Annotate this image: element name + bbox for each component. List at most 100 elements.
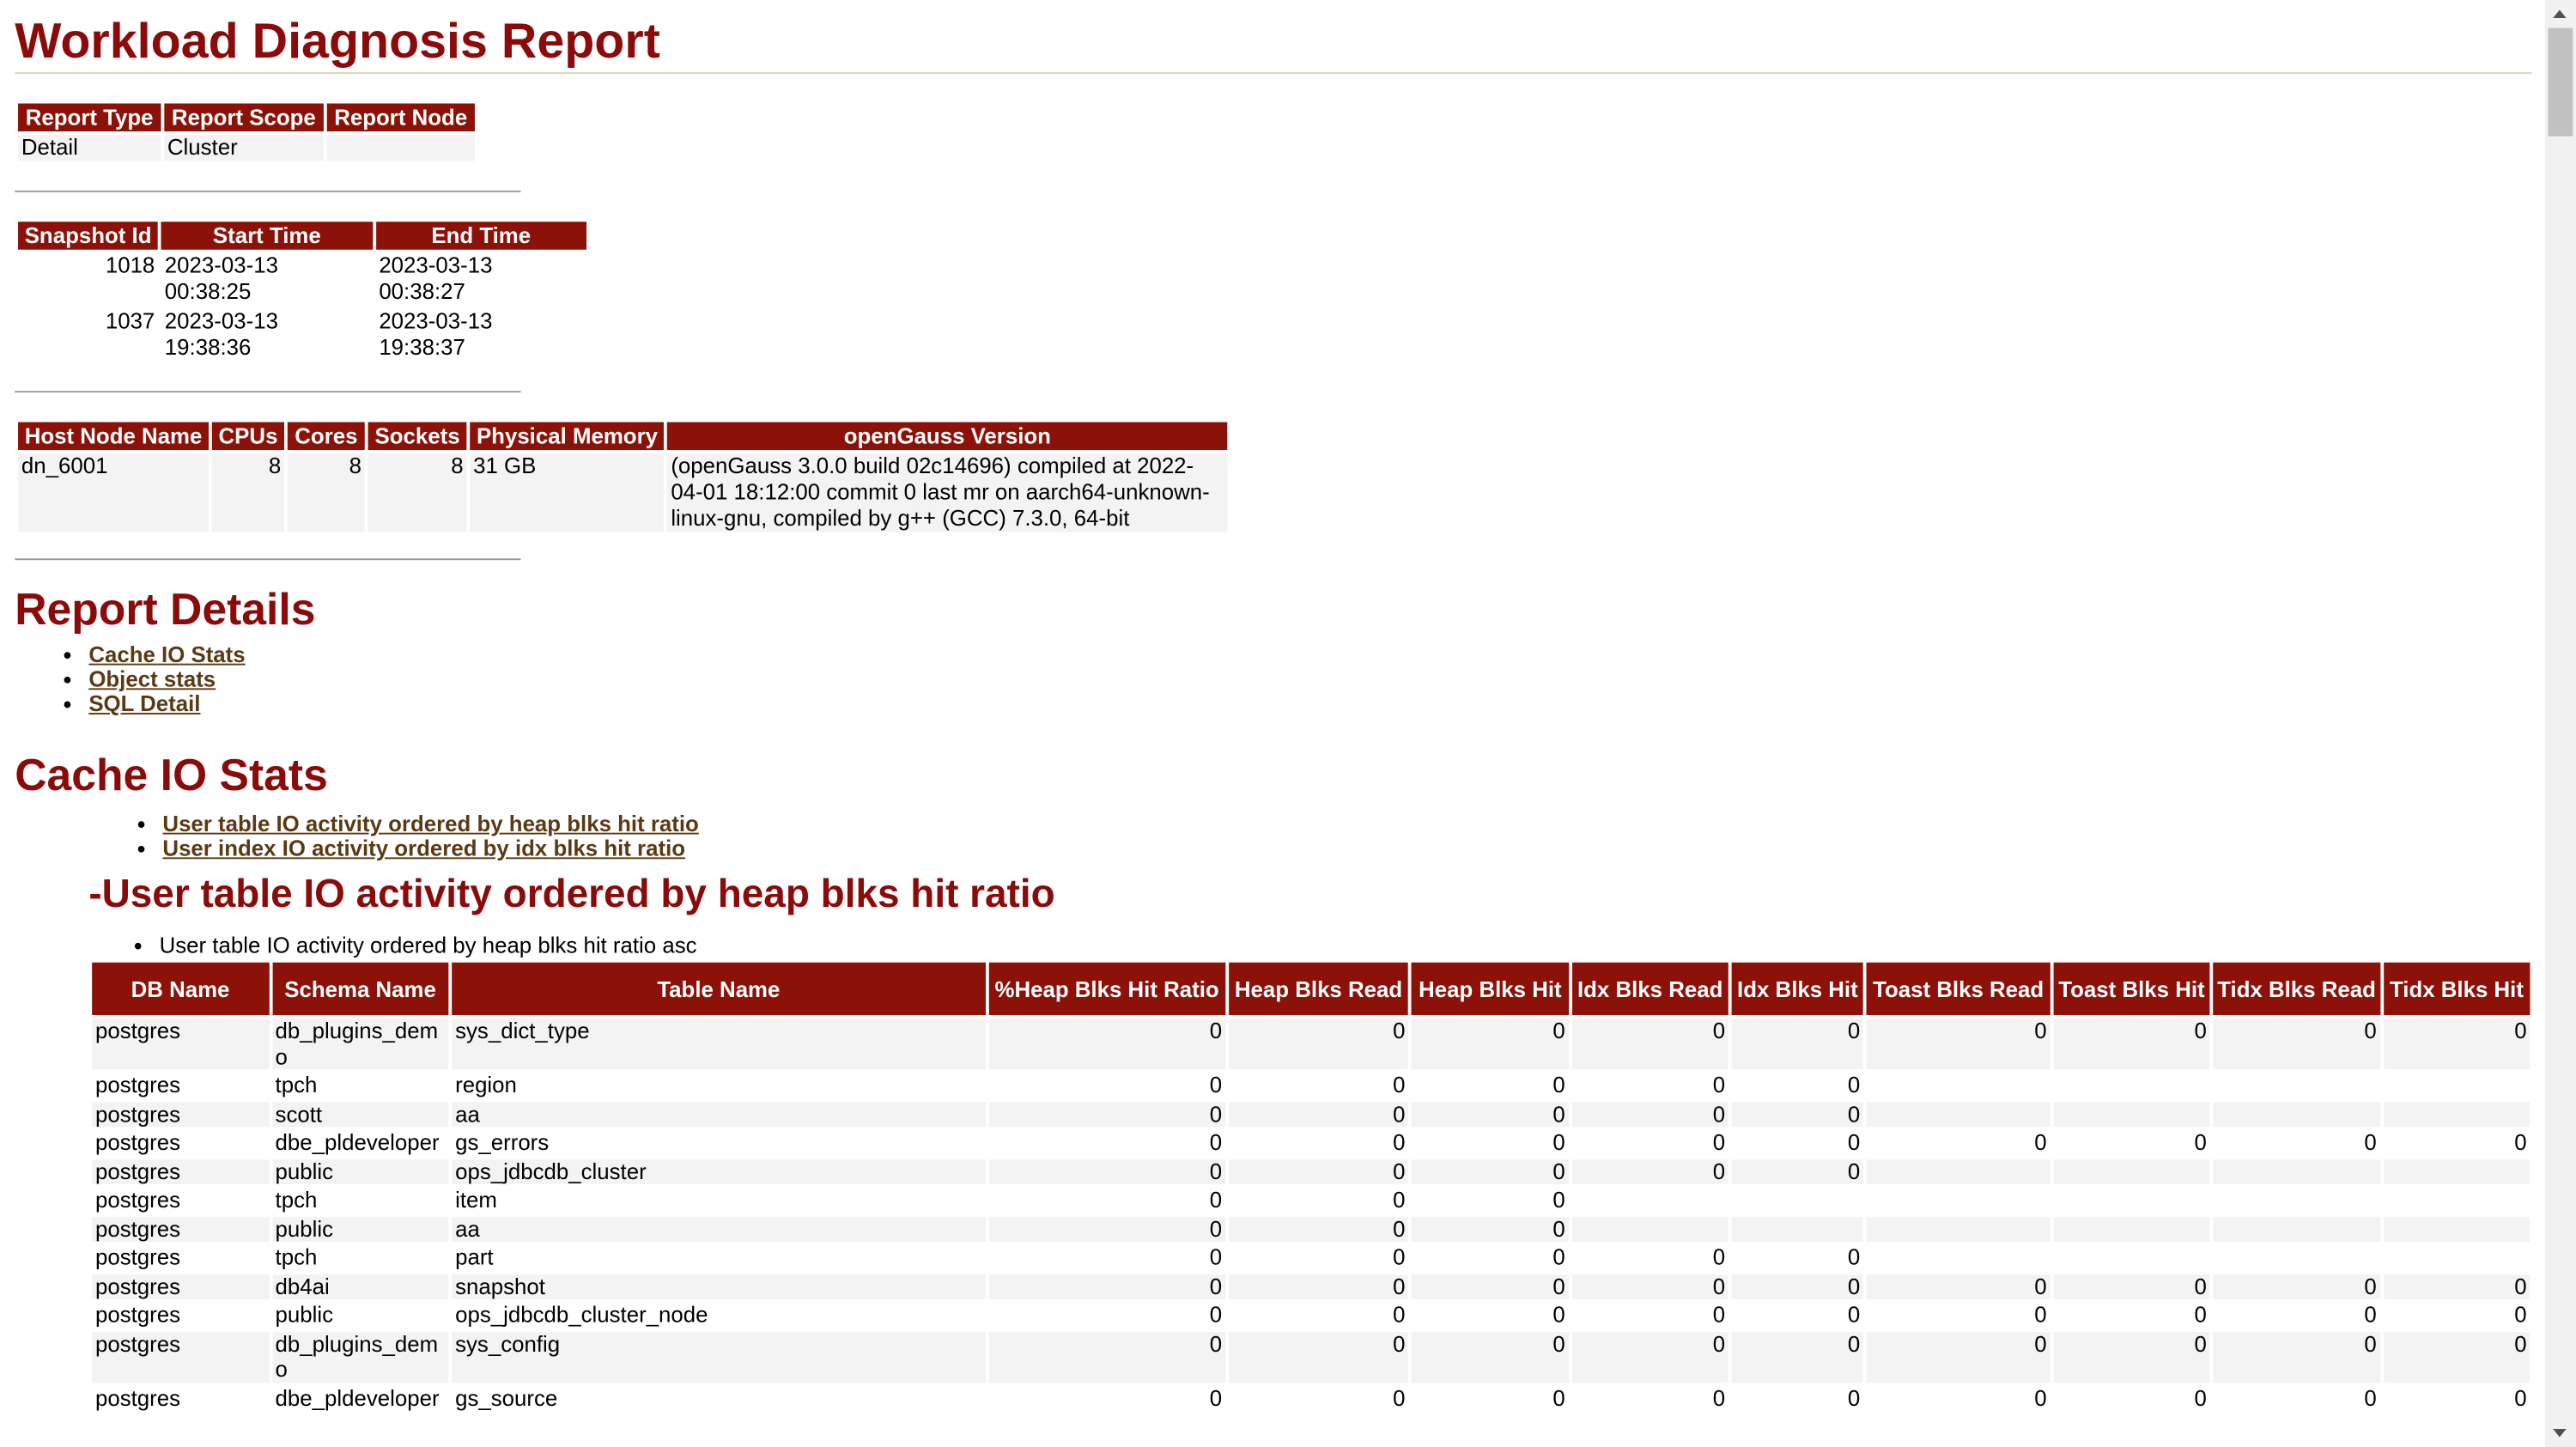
link-sql-detail[interactable]: SQL Detail bbox=[88, 691, 200, 716]
column-header: Heap Blks Hit bbox=[1412, 962, 1569, 1015]
snapshot-id: 1037 bbox=[18, 308, 159, 362]
report-details-heading: Report Details bbox=[15, 584, 316, 635]
table-cell: 0 bbox=[1731, 1274, 1864, 1299]
header-physical-memory: Physical Memory bbox=[470, 422, 665, 451]
table-cell: 0 bbox=[1866, 1302, 2050, 1328]
table-cell: 0 bbox=[1571, 1331, 1728, 1383]
scroll-down-arrow-icon[interactable] bbox=[2553, 1428, 2567, 1438]
link-user-index-io[interactable]: User index IO activity ordered by idx bl… bbox=[162, 836, 685, 861]
table-cell: 0 bbox=[988, 1101, 1225, 1128]
table-cell: gs_errors bbox=[452, 1129, 986, 1156]
table-row: postgres public ops_jdbcdb_cluster 0 0 0 0 0 bbox=[92, 1158, 2530, 1184]
table-header-row: DB Name Schema Name Table Name %Heap Blks H… bbox=[92, 962, 2530, 1015]
table-cell: 0 bbox=[988, 1274, 1225, 1299]
table-cell: 0 bbox=[2383, 1302, 2530, 1328]
table-cell: aa bbox=[452, 1101, 986, 1128]
table-cell bbox=[1866, 1187, 2050, 1213]
table-cell: 0 bbox=[1412, 1331, 1569, 1383]
list-item: User table IO activity ordered by heap b… bbox=[160, 933, 2532, 959]
report-details-links: Cache IO Stats Object stats SQL Detail bbox=[15, 642, 2531, 716]
divider bbox=[15, 391, 521, 393]
list-item: Object stats bbox=[88, 667, 2531, 692]
table-cell: db4ai bbox=[271, 1274, 449, 1299]
table-cell: sys_config bbox=[452, 1331, 986, 1383]
table-cell: 0 bbox=[1866, 1331, 2050, 1383]
column-header: Idx Blks Hit bbox=[1731, 962, 1864, 1015]
table-cell: scott bbox=[271, 1101, 449, 1128]
table-cell: 0 bbox=[2213, 1302, 2380, 1328]
header-start-time: Start Time bbox=[161, 222, 373, 250]
table-cell: 0 bbox=[1571, 1072, 1728, 1098]
table-cell bbox=[1866, 1072, 2050, 1098]
table-cell: 0 bbox=[1412, 1187, 1569, 1213]
report-content: Workload Diagnosis Report Report Type Re… bbox=[15, 0, 2533, 1414]
snapshot-table: Snapshot Id Start Time End Time 1018 202… bbox=[15, 218, 590, 364]
table-cell bbox=[2383, 1158, 2530, 1184]
table-cell: tpch bbox=[271, 1244, 449, 1271]
table-cell: postgres bbox=[92, 1331, 269, 1383]
table-cell: postgres bbox=[92, 1385, 269, 1411]
header-host-node-name: Host Node Name bbox=[18, 422, 210, 451]
table-cell: 0 bbox=[1228, 1216, 1409, 1242]
table-cell bbox=[1866, 1244, 2050, 1271]
scroll-up-arrow-icon[interactable] bbox=[2553, 9, 2567, 19]
snapshot-row: 1018 2023-03-13 00:38:25 2023-03-13 00:3… bbox=[18, 252, 587, 306]
link-object-stats[interactable]: Object stats bbox=[88, 667, 216, 692]
header-cpus: CPUs bbox=[211, 422, 285, 451]
host-table: Host Node Name CPUs Cores Sockets Physic… bbox=[15, 419, 1230, 536]
divider bbox=[15, 190, 521, 192]
table-cell: 0 bbox=[2213, 1331, 2380, 1383]
table-cell bbox=[1731, 1216, 1864, 1242]
table-cell: tpch bbox=[271, 1072, 449, 1098]
table-cell: 0 bbox=[1412, 1129, 1569, 1156]
table-cell: 0 bbox=[1731, 1101, 1864, 1128]
report-scope-value: Cluster bbox=[164, 134, 324, 161]
vertical-scrollbar[interactable] bbox=[2544, 0, 2576, 1447]
table-cell: 0 bbox=[1412, 1385, 1569, 1411]
table-cell: 0 bbox=[1228, 1274, 1409, 1299]
table-cell: 0 bbox=[1731, 1385, 1864, 1411]
table-row: postgres public aa 0 0 0 bbox=[92, 1216, 2530, 1242]
host-opengauss-version: (openGauss 3.0.0 build 02c14696) compile… bbox=[667, 453, 1228, 532]
table-cell: 0 bbox=[1228, 1129, 1409, 1156]
table-row: postgres tpch part 0 0 0 0 0 bbox=[92, 1244, 2530, 1271]
table-cell bbox=[2213, 1101, 2380, 1128]
link-user-table-io[interactable]: User table IO activity ordered by heap b… bbox=[162, 812, 698, 836]
table-cell: sys_dict_type bbox=[452, 1018, 986, 1070]
list-item: Cache IO Stats bbox=[88, 642, 2531, 667]
table-cell: region bbox=[452, 1072, 986, 1098]
table-cell: part bbox=[452, 1244, 986, 1271]
table-cell: ops_jdbcdb_cluster bbox=[452, 1158, 986, 1184]
table-cell: 0 bbox=[1866, 1129, 2050, 1156]
table-cell: postgres bbox=[92, 1101, 269, 1128]
table-cell bbox=[2383, 1244, 2530, 1271]
link-cache-io-stats[interactable]: Cache IO Stats bbox=[88, 642, 245, 667]
cache-io-links: User table IO activity ordered by heap b… bbox=[15, 812, 2531, 860]
table-cell: 0 bbox=[2053, 1129, 2210, 1156]
page-title: Workload Diagnosis Report bbox=[15, 13, 2532, 75]
table-cell: 0 bbox=[1571, 1302, 1728, 1328]
user-table-io-heading: -User table IO activity ordered by heap … bbox=[88, 872, 1055, 917]
table-cell: 0 bbox=[1228, 1244, 1409, 1271]
column-header: Schema Name bbox=[271, 962, 449, 1015]
table-cell bbox=[2053, 1187, 2210, 1213]
user-table-io-table: DB Name Schema Name Table Name %Heap Blks H… bbox=[88, 959, 2533, 1414]
table-cell: 0 bbox=[2213, 1018, 2380, 1070]
table-cell: 0 bbox=[1866, 1274, 2050, 1299]
table-cell: 0 bbox=[1412, 1216, 1569, 1242]
table-cell: 0 bbox=[988, 1187, 1225, 1213]
table-cell: 0 bbox=[1412, 1244, 1569, 1271]
host-physical-memory: 31 GB bbox=[470, 453, 665, 532]
table-cell: 0 bbox=[2383, 1331, 2530, 1383]
table-cell bbox=[2213, 1187, 2380, 1213]
table-row: postgres tpch item 0 0 0 bbox=[92, 1187, 2530, 1213]
table-cell: aa bbox=[452, 1216, 986, 1242]
table-cell: 0 bbox=[1228, 1018, 1409, 1070]
column-header: Toast Blks Hit bbox=[2053, 962, 2210, 1015]
table-cell: 0 bbox=[988, 1385, 1225, 1411]
table-cell bbox=[2053, 1216, 2210, 1242]
header-report-node: Report Node bbox=[326, 103, 475, 132]
scrollbar-thumb[interactable] bbox=[2548, 27, 2573, 137]
table-cell: 0 bbox=[988, 1244, 1225, 1271]
table-cell: 0 bbox=[988, 1158, 1225, 1184]
